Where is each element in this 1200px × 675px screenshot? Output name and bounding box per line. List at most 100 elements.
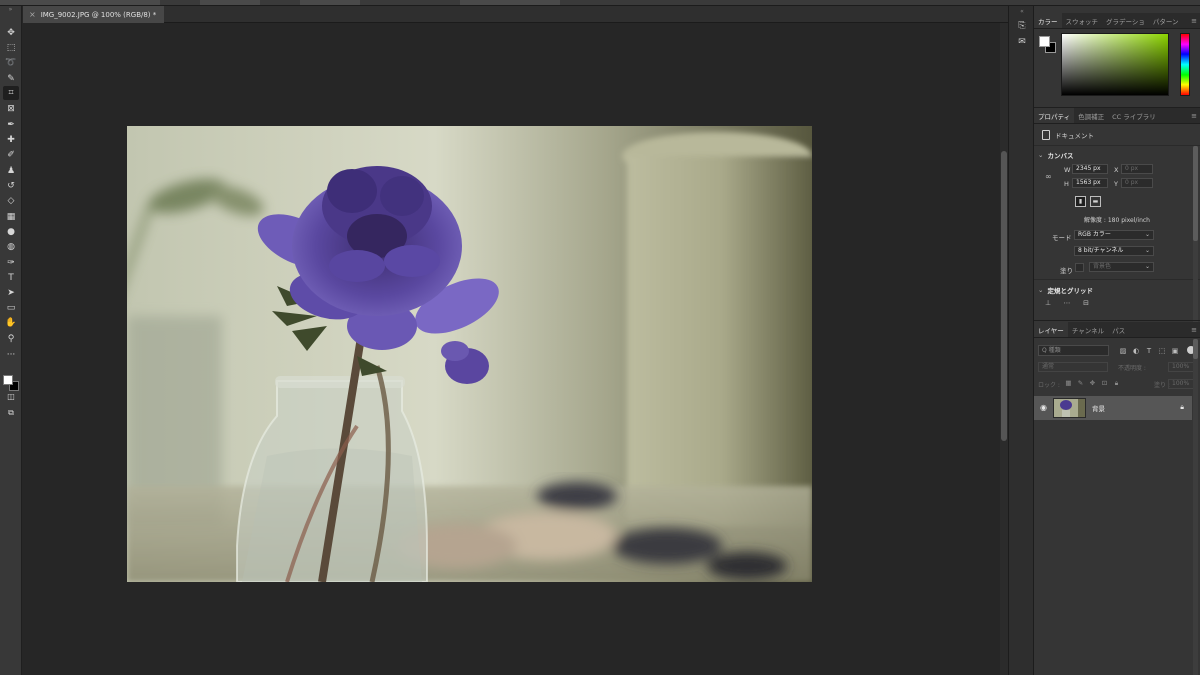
lock-artboard-icon[interactable]: ⊡: [1100, 379, 1109, 388]
crop-tool-icon[interactable]: ⌗: [3, 86, 19, 100]
adjustment-layer-filter-icon[interactable]: ◐: [1131, 346, 1141, 356]
path-select-tool-icon[interactable]: ➤: [3, 286, 19, 300]
canvas-height-field[interactable]: 1563 px: [1072, 178, 1108, 188]
eraser-tool-icon[interactable]: ◇: [3, 194, 19, 208]
more-tools-icon[interactable]: ···: [3, 348, 19, 362]
lasso-tool-icon[interactable]: ➰: [3, 56, 19, 70]
healing-brush-tool-icon[interactable]: ✚: [3, 133, 19, 147]
scrollbar-thumb[interactable]: [1193, 146, 1198, 241]
section-divider: [1034, 279, 1200, 280]
resolution-text: 解像度 : 180 pixel/inch: [1084, 217, 1150, 224]
link-dimensions-icon[interactable]: ∞: [1045, 172, 1052, 181]
move-tool-icon[interactable]: ✥: [3, 26, 19, 40]
y-label: Y: [1114, 180, 1118, 188]
panel-menu-icon[interactable]: ≡: [1191, 17, 1197, 25]
zoom-tool-icon[interactable]: ⚲: [3, 332, 19, 346]
comments-panel-icon[interactable]: ✉: [1016, 36, 1028, 48]
tab-color[interactable]: カラー: [1034, 13, 1062, 28]
tab-channels[interactable]: チャンネル: [1068, 322, 1108, 337]
pen-tool-icon[interactable]: ✑: [3, 256, 19, 270]
lock-label: ロック :: [1038, 382, 1060, 389]
brush-tool-icon[interactable]: ✐: [3, 148, 19, 162]
hand-tool-icon[interactable]: ✋: [3, 316, 19, 330]
panel-grip-icon[interactable]: «: [1016, 6, 1028, 18]
type-tool-icon[interactable]: T: [3, 271, 19, 285]
lock-position-icon[interactable]: ✥: [1088, 379, 1097, 388]
pixel-layer-filter-icon[interactable]: ▨: [1118, 346, 1128, 356]
color-picker-field[interactable]: [1061, 33, 1169, 96]
ruler-icon[interactable]: ⊥: [1042, 299, 1054, 307]
chevron-down-icon: ⌄: [1038, 151, 1044, 159]
properties-scrollbar[interactable]: [1193, 146, 1198, 326]
panel-grip-icon[interactable]: »: [0, 6, 21, 14]
document-tab[interactable]: × IMG_9002.JPG @ 100% (RGB/8) *: [23, 6, 165, 23]
lock-all-icon[interactable]: 🔒︎: [1112, 379, 1121, 388]
document-image[interactable]: [127, 126, 812, 582]
landscape-orientation-icon[interactable]: ▬: [1090, 196, 1101, 207]
history-panel-icon[interactable]: ⎘: [1016, 20, 1028, 32]
opacity-label: 不透明度 :: [1118, 365, 1146, 372]
screen-mode-icon[interactable]: ⧉: [3, 406, 19, 420]
tab-layers[interactable]: レイヤー: [1034, 322, 1068, 337]
portrait-orientation-icon[interactable]: ▮: [1075, 196, 1086, 207]
blur-tool-icon[interactable]: ●: [3, 225, 19, 239]
lock-image-icon[interactable]: ✎: [1076, 379, 1085, 388]
layer-filter-kind-select[interactable]: Q 種類: [1038, 345, 1109, 356]
layers-panel-tabs: レイヤー チャンネル パス: [1034, 322, 1200, 338]
tab-gradients[interactable]: グラデーショ: [1102, 13, 1149, 28]
tab-adjustments[interactable]: 色調補正: [1074, 108, 1108, 123]
canvas-section-header[interactable]: ⌄ カンバス: [1038, 150, 1073, 160]
bit-depth-select[interactable]: 8 bit/チャンネル ⌄: [1074, 246, 1154, 256]
x-label: X: [1114, 166, 1119, 174]
chevron-down-icon: ⌄: [1144, 231, 1150, 238]
canvas-vertical-scrollbar[interactable]: [1000, 23, 1008, 675]
layers-scrollbar[interactable]: [1193, 339, 1198, 675]
panel-menu-icon[interactable]: ≡: [1191, 326, 1197, 334]
canvas-width-field[interactable]: 2345 px: [1072, 164, 1108, 174]
top-bar-segment: [460, 0, 560, 5]
panel-menu-icon[interactable]: ≡: [1191, 112, 1197, 120]
shape-layer-filter-icon[interactable]: ⬚: [1157, 346, 1167, 356]
visibility-eye-icon[interactable]: ◉: [1040, 403, 1047, 412]
chevron-down-icon: ⌄: [1144, 247, 1150, 254]
tab-swatches[interactable]: スウォッチ: [1062, 13, 1103, 28]
layer-row[interactable]: ◉ 背景 🔒︎: [1034, 396, 1192, 420]
color-mode-select[interactable]: RGB カラー ⌄: [1074, 230, 1154, 240]
clone-stamp-tool-icon[interactable]: ♟: [3, 164, 19, 178]
document-type-row: ドキュメント: [1042, 130, 1094, 140]
lock-transparent-icon[interactable]: ▦: [1064, 379, 1073, 388]
gradient-tool-icon[interactable]: ▦: [3, 210, 19, 224]
tab-paths[interactable]: パス: [1108, 322, 1129, 337]
top-bar-segment: [0, 0, 160, 5]
width-label: W: [1064, 166, 1071, 174]
shape-tool-icon[interactable]: ▭: [3, 301, 19, 315]
history-brush-tool-icon[interactable]: ↺: [3, 179, 19, 193]
frame-tool-icon[interactable]: ⊠: [3, 102, 19, 116]
marquee-tool-icon[interactable]: ⬚: [3, 41, 19, 55]
tab-patterns[interactable]: パターン: [1149, 13, 1183, 28]
tab-cc-libraries[interactable]: CC ライブラリ: [1108, 108, 1160, 123]
foreground-color-swatch[interactable]: [3, 375, 13, 385]
document-icon: [1042, 130, 1050, 140]
dodge-tool-icon[interactable]: ◍: [3, 240, 19, 254]
tab-properties[interactable]: プロパティ: [1034, 108, 1075, 123]
quick-select-tool-icon[interactable]: ✎: [3, 72, 19, 86]
opacity-field: 100%: [1168, 362, 1196, 372]
grid-icon[interactable]: ⋯: [1061, 299, 1073, 307]
hue-slider[interactable]: [1180, 33, 1190, 96]
fill-color-swatch[interactable]: [1075, 263, 1084, 272]
color-panel-tabs: カラー スウォッチ グラデーショ パターン: [1034, 13, 1200, 29]
top-bar-segment: [200, 0, 260, 5]
canvas-section-title: カンバス: [1047, 152, 1074, 160]
smart-object-filter-icon[interactable]: ▣: [1170, 346, 1180, 356]
guides-icon[interactable]: ⊟: [1080, 299, 1092, 307]
foreground-color-chip[interactable]: [1039, 36, 1050, 47]
type-layer-filter-icon[interactable]: T: [1144, 346, 1154, 356]
layer-fill-field: 100%: [1168, 379, 1196, 389]
eyedropper-tool-icon[interactable]: ✒: [3, 118, 19, 132]
scrollbar-thumb[interactable]: [1193, 339, 1198, 359]
quick-mask-icon[interactable]: ◫: [3, 390, 19, 404]
close-icon[interactable]: ×: [29, 10, 36, 19]
scrollbar-thumb[interactable]: [1001, 151, 1007, 441]
rulers-grids-section-header[interactable]: ⌄ 定規とグリッド: [1038, 285, 1093, 295]
